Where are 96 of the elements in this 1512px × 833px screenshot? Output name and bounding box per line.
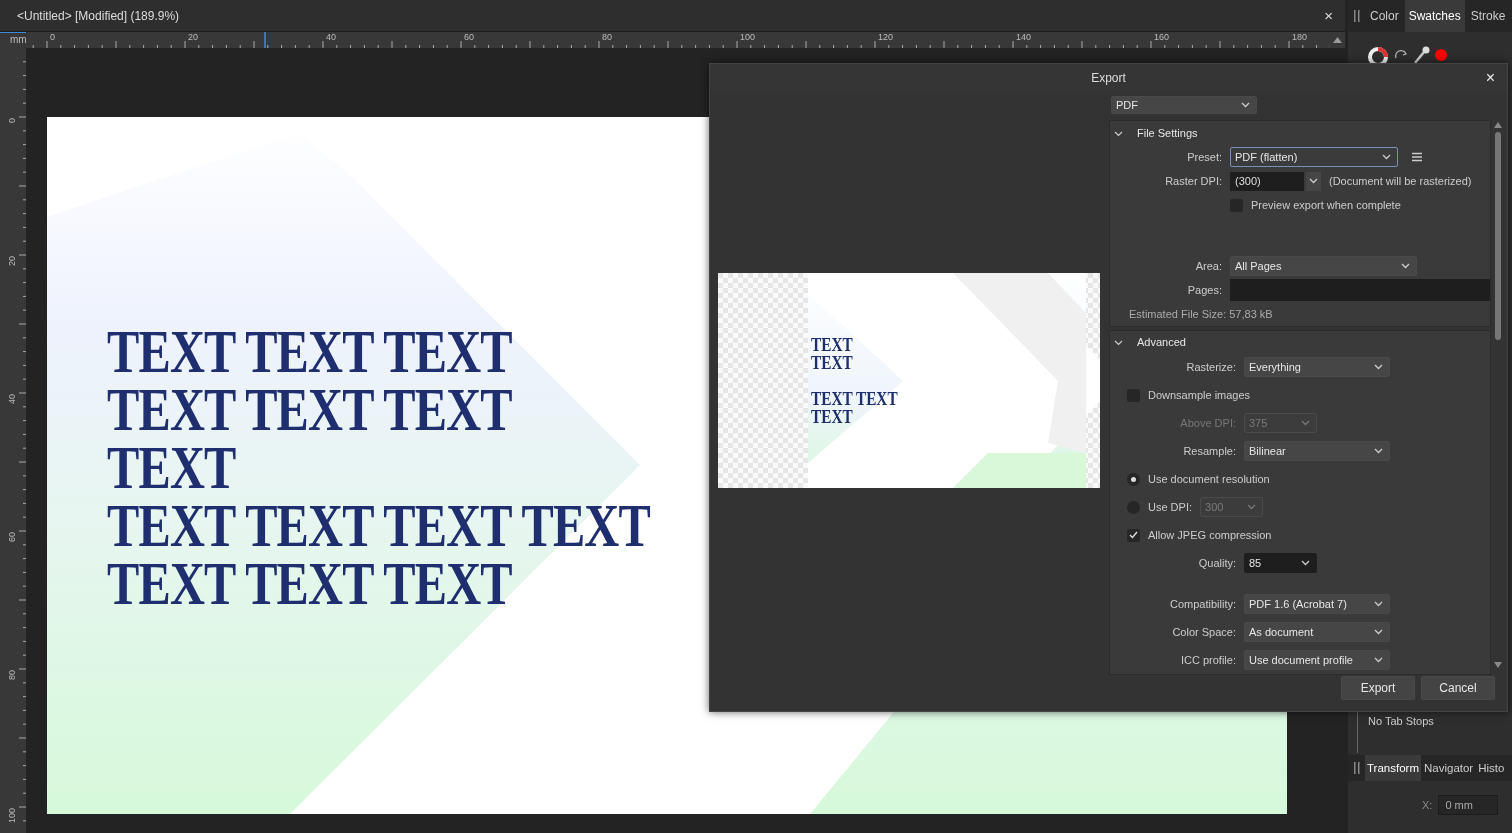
panel-tab[interactable]: Transform [1365,755,1421,781]
cursor-marker [264,32,266,48]
ruler-label: 60 [464,32,474,42]
panel-tab[interactable]: Stroke [1466,0,1510,32]
ruler-label: 20 [7,256,17,266]
field-label: Compatibility: [1168,598,1236,610]
dropdown[interactable]: 85 [1244,553,1317,573]
field-label: Pages: [1186,284,1222,296]
ruler-label: 80 [7,670,17,680]
ruler-label: 0 [7,118,17,123]
checkbox[interactable] [1127,528,1140,542]
chevron-icon [1374,448,1383,454]
scroll-up-icon[interactable] [1494,122,1502,128]
field-label: Quality: [1197,557,1236,569]
ruler-label: 80 [602,32,612,42]
close-button[interactable]: × [1479,68,1501,88]
grip-icon[interactable] [1354,10,1360,22]
dialog-title: Export [1091,71,1126,85]
field-label: Color Space: [1171,626,1236,638]
chevron-icon [1241,102,1250,108]
field-label: X: [1422,799,1433,811]
dropdown[interactable]: Bilinear [1244,441,1390,461]
x-field[interactable]: 0 mm [1438,795,1499,815]
panel-tab[interactable]: Color [1366,0,1403,32]
export-button[interactable]: Export [1341,676,1415,700]
ruler-label: 60 [7,532,17,542]
chevron-icon [1301,560,1310,566]
dropdown[interactable]: PDF (flatten) [1230,147,1398,167]
dropdown[interactable]: PDF [1111,96,1257,114]
panel-tab[interactable]: Swatches [1404,0,1465,32]
checkbox-label: Preview export when complete [1251,199,1401,211]
chevron-icon [1301,420,1310,426]
chevron-icon [1382,154,1391,160]
preview-text: TEXT TEXT [811,389,898,408]
text-line: TEXT [107,438,236,496]
dropdown[interactable]: All Pages [1230,256,1417,276]
preview-text: TEXT [811,353,853,372]
ruler-label: 180 [1292,32,1308,42]
text-line: TEXT TEXT TEXT [107,322,512,380]
chevron-icon [1374,657,1383,663]
ruler-label: 0 [50,32,55,42]
ruler-label: 160 [1154,32,1170,42]
scroll-down-icon[interactable] [1494,662,1502,668]
check-icon [1129,531,1138,539]
dropdown[interactable]: PDF 1.6 (Acrobat 7) [1244,594,1390,614]
scrollbar-thumb[interactable] [1495,132,1501,340]
chevron-icon [1401,263,1410,269]
chevron-icon [1309,178,1318,184]
field-label: Preset: [1186,151,1222,163]
dropdown[interactable]: Everything [1244,357,1390,377]
dpi-field[interactable]: (300) [1230,171,1304,191]
panel-tab[interactable]: Histo [1476,755,1507,781]
field-label: Area: [1194,260,1222,272]
ruler-label: 120 [878,32,894,42]
text-line: TEXT TEXT TEXT TEXT [107,496,650,554]
section-title: File Settings [1137,127,1198,139]
dropdown[interactable]: As document [1244,622,1390,642]
field-label: Resample: [1182,445,1236,457]
panel-tab[interactable]: Navigator [1422,755,1476,781]
text-line: TEXT TEXT TEXT [107,554,512,612]
section-title: Advanced [1137,336,1186,348]
chevron-icon [1374,601,1383,607]
field-label: Raster DPI: [1164,175,1222,187]
ruler-label: 40 [326,32,336,42]
preview-text: TEXT [811,335,853,354]
field-label: Rasterize: [1185,361,1236,373]
eyedropper-icon[interactable] [1412,45,1430,65]
chevron-icon [1374,364,1383,370]
grip-icon[interactable] [1354,762,1360,774]
checkbox-label: Allow JPEG compression [1148,529,1272,541]
pages-field[interactable] [1230,279,1490,301]
ruler-label: 140 [1016,32,1032,42]
radio-label: Use DPI: [1148,501,1192,513]
radio-button[interactable] [1127,472,1140,486]
ruler-label: 40 [7,394,17,404]
checkbox-label: Downsample images [1148,389,1251,401]
chevron-icon [1374,629,1383,635]
file-size-text: Estimated File Size: 57,83 kB [1128,308,1273,320]
color-ring-icon[interactable] [1366,44,1390,66]
close-button[interactable]: × [1320,7,1337,24]
field-label: ICC profile: [1179,654,1236,666]
note-text: (Document will be rasterized) [1329,175,1472,187]
radio-label: Use document resolution [1148,473,1270,485]
ruler-label: 100 [7,808,17,824]
color-dot-icon[interactable] [1434,48,1448,62]
dropdown-button[interactable] [1306,171,1321,191]
ruler-label: 20 [188,32,198,42]
field-label: Above DPI: [1179,417,1236,429]
text-line: TEXT TEXT TEXT [107,380,512,438]
preview-text: TEXT [811,407,853,426]
dropdown[interactable]: Use document profile [1244,650,1390,670]
ruler-label: 100 [740,32,756,42]
chevron-icon [1247,504,1256,510]
menu-icon[interactable] [1412,152,1422,162]
cancel-button[interactable]: Cancel [1421,676,1495,700]
document-title: <Untitled> [Modified] (189.9%) [17,8,181,23]
